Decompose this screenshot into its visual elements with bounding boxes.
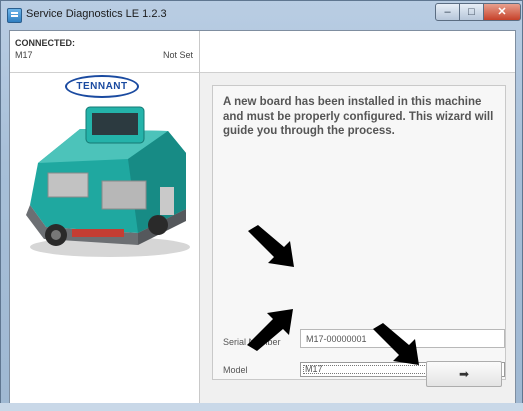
title-bar[interactable]: Service Diagnostics LE 1.2.3 – □ ✕ bbox=[1, 1, 522, 29]
desktop-edge bbox=[0, 403, 523, 411]
close-button[interactable]: ✕ bbox=[483, 3, 521, 21]
app-window: Service Diagnostics LE 1.2.3 – □ ✕ CONNE… bbox=[0, 0, 523, 411]
app-icon bbox=[7, 8, 22, 23]
machine-image bbox=[26, 106, 190, 257]
connection-header: CONNECTED: M17 Not Set bbox=[10, 31, 199, 73]
next-button[interactable]: ➡ bbox=[426, 361, 502, 387]
connection-label: CONNECTED: bbox=[15, 38, 75, 48]
wizard-message: A new board has been installed in this m… bbox=[223, 96, 494, 137]
window-title: Service Diagnostics LE 1.2.3 bbox=[26, 8, 167, 20]
maximize-button[interactable]: □ bbox=[459, 3, 484, 21]
brand-logo: TENNANT bbox=[65, 75, 139, 98]
connection-model: M17 bbox=[15, 50, 33, 60]
wizard-header bbox=[200, 31, 515, 73]
model-selected-value: M17 bbox=[305, 364, 323, 374]
annotation-arrow-next bbox=[373, 323, 419, 365]
annotation-arrow-serial bbox=[248, 225, 294, 267]
arrow-right-icon: ➡ bbox=[458, 367, 470, 381]
machine-panel: CONNECTED: M17 Not Set TENNANT bbox=[10, 31, 200, 403]
model-label: Model bbox=[223, 365, 248, 375]
minimize-button[interactable]: – bbox=[435, 3, 460, 21]
annotation-arrow-model bbox=[247, 309, 293, 351]
brand-logo-text: TENNANT bbox=[76, 81, 128, 92]
connection-status: Not Set bbox=[162, 50, 193, 60]
